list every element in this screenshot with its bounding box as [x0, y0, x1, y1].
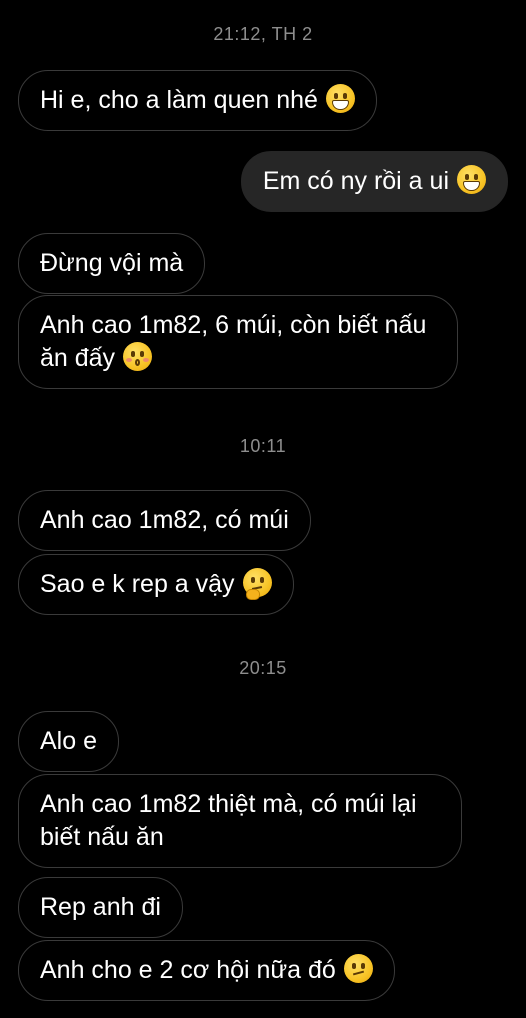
message-text: Em có ny rồi a ui	[262, 167, 449, 195]
timestamp: 10:11	[239, 436, 287, 456]
timestamp: 20:15	[239, 658, 287, 678]
message-bubble-incoming[interactable]: Alo e	[18, 711, 119, 772]
message-text: Anh cao 1m82 thiệt mà, có múi lại biết n…	[40, 790, 417, 851]
confused-face-icon	[343, 954, 373, 983]
message-bubble-incoming[interactable]: Hi e, cho a làm quen nhé	[18, 70, 377, 131]
message-bubble-incoming[interactable]: Đừng vội mà	[18, 233, 206, 294]
kissing-face-icon	[123, 342, 153, 371]
message-bubble-outgoing[interactable]: Em có ny rồi a ui	[240, 151, 508, 212]
grinning-face-icon	[325, 84, 355, 113]
message-text: Anh cao 1m82, có múi	[40, 506, 289, 534]
message-text: Đừng vội mà	[40, 249, 184, 277]
message-text: Alo e	[40, 727, 97, 755]
message-bubble-incoming[interactable]: Anh cao 1m82, 6 múi, còn biết nấu ăn đấy	[18, 295, 458, 389]
message-text: Rep anh đi	[40, 893, 161, 921]
message-bubble-incoming[interactable]: Anh cao 1m82 thiệt mà, có múi lại biết n…	[18, 774, 462, 868]
message-text: Sao e k rep a vậy	[40, 570, 235, 598]
message-text: Hi e, cho a làm quen nhé	[40, 86, 318, 114]
message-bubble-incoming[interactable]: Anh cho e 2 cơ hội nữa đó	[18, 940, 395, 1001]
grinning-face-icon	[457, 165, 486, 194]
thinking-face-icon	[242, 568, 272, 600]
message-text: Anh cho e 2 cơ hội nữa đó	[40, 956, 336, 984]
message-bubble-incoming[interactable]: Anh cao 1m82, có múi	[18, 490, 311, 551]
message-bubble-incoming[interactable]: Rep anh đi	[18, 877, 183, 938]
message-bubble-incoming[interactable]: Sao e k rep a vậy	[18, 554, 294, 615]
message-text: Anh cao 1m82, 6 múi, còn biết nấu ăn đấy	[40, 311, 427, 372]
timestamp: 21:12, TH 2	[213, 24, 313, 44]
